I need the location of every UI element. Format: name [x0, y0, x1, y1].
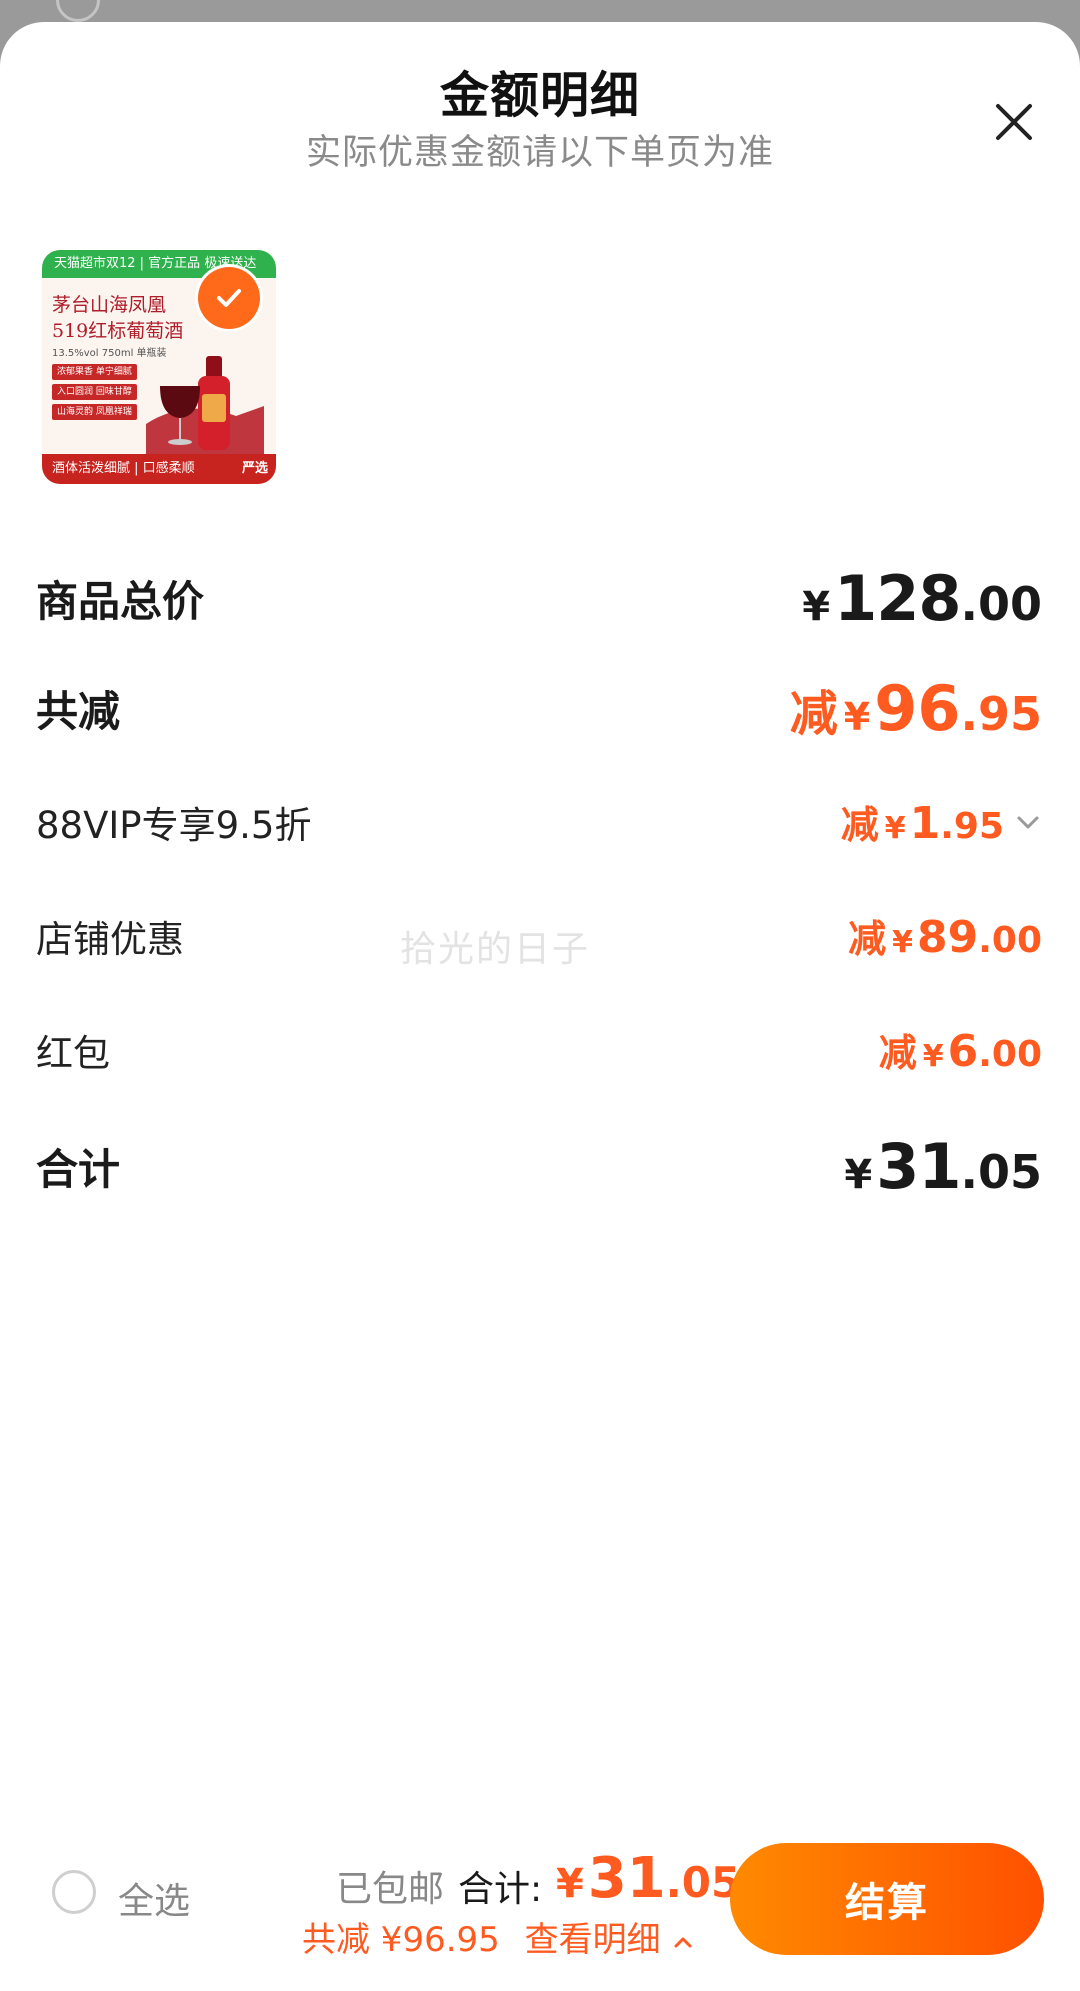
- red-packet-label: 红包: [36, 1031, 110, 1075]
- red-packet-value: 减 ¥ 6 .00: [879, 1022, 1042, 1077]
- 88vip-discount-value: 减 ¥ 1 .95: [841, 794, 1042, 849]
- currency-symbol: ¥: [556, 1861, 584, 1907]
- watermark-text: 拾光的日子: [400, 929, 591, 970]
- product-tag: 入口圆润 回味甘醇: [52, 384, 137, 400]
- close-icon[interactable]: [982, 90, 1046, 154]
- currency-symbol: ¥: [922, 1039, 944, 1074]
- currency-symbol: ¥: [802, 584, 831, 630]
- discount-prefix: 减: [878, 1031, 917, 1075]
- chevron-up-icon: [674, 1937, 692, 1947]
- select-all-radio[interactable]: [52, 1870, 96, 1914]
- price-decimal: .00: [978, 920, 1042, 961]
- currency-symbol: ¥: [843, 695, 871, 739]
- store-discount-value: 减 ¥ 89 .00: [848, 908, 1042, 963]
- background-radio: [56, 0, 100, 22]
- price-integer: 128: [834, 562, 961, 635]
- total-discount-label: 共减: [36, 687, 121, 736]
- sheet-subtitle: 实际优惠金额请以下单页为准: [305, 133, 774, 173]
- price-integer: 31: [876, 1130, 961, 1203]
- shipping-label: 已包邮: [336, 1869, 445, 1910]
- total-price-value: ¥ 128 .00: [802, 562, 1042, 635]
- price-decimal: .05: [960, 1145, 1043, 1199]
- wine-bottle-image: [146, 356, 264, 454]
- product-tag: 山海灵韵 凤凰祥瑞: [52, 404, 137, 420]
- bottom-total-amount: ¥ 31 .05: [556, 1846, 740, 1911]
- checkout-button[interactable]: 结算: [730, 1843, 1044, 1955]
- 88vip-discount-label: 88VIP专享9.5折: [36, 803, 312, 847]
- discount-prefix: 减: [848, 917, 887, 961]
- price-integer: 89: [916, 912, 979, 963]
- row-88vip-discount[interactable]: 88VIP专享9.5折 减 ¥ 1 .95: [36, 794, 1042, 849]
- row-total-discount: 共减 减 ¥ 96 .95: [36, 672, 1042, 745]
- subtotal-value: ¥ 31 .05: [844, 1130, 1042, 1203]
- row-subtotal: 合计 ¥ 31 .05: [36, 1130, 1042, 1203]
- product-footer-text: 酒体活泼细腻 | 口感柔顺: [52, 461, 195, 476]
- row-total-price: 商品总价 ¥ 128 .00: [36, 562, 1042, 635]
- currency-symbol: ¥: [884, 811, 906, 846]
- price-decimal: .95: [960, 687, 1043, 741]
- sheet-title: 金额明细: [439, 67, 640, 124]
- currency-symbol: ¥: [892, 925, 913, 960]
- price-integer: 6: [947, 1026, 979, 1077]
- price-integer: 31: [587, 1846, 666, 1911]
- currency-symbol: ¥: [844, 1152, 873, 1198]
- product-tag: 浓郁果香 单宁细腻: [52, 364, 137, 380]
- chevron-down-icon[interactable]: [1014, 808, 1042, 836]
- row-red-packet: 红包 减 ¥ 6 .00: [36, 1022, 1042, 1077]
- bottom-total-label: 合计:: [458, 1869, 543, 1910]
- product-name-line2: 519红标葡萄酒: [52, 320, 184, 342]
- product-name-line1: 茅台山海凤凰: [52, 294, 167, 316]
- store-discount-label: 店铺优惠: [36, 917, 184, 961]
- view-detail-link[interactable]: 查看明细: [525, 1920, 696, 1960]
- price-decimal: .00: [960, 577, 1043, 631]
- view-detail-label: 查看明细: [524, 1920, 661, 1960]
- product-footer: 酒体活泼细腻 | 口感柔顺 严选: [42, 454, 276, 484]
- product-footer-badge: 严选: [241, 461, 268, 476]
- price-decimal: .95: [940, 806, 1004, 847]
- discount-summary-text: 共减 ¥96.95: [302, 1920, 500, 1960]
- select-all-label[interactable]: 全选: [118, 1872, 190, 1924]
- discount-summary: 共减 ¥96.95 查看明细: [302, 1912, 695, 1961]
- discount-prefix: 减: [840, 803, 879, 847]
- price-integer: 1: [909, 798, 941, 849]
- discount-prefix: 减: [789, 686, 838, 742]
- product-selected-checkbox[interactable]: [198, 267, 260, 329]
- total-price-label: 商品总价: [36, 577, 205, 626]
- subtotal-label: 合计: [36, 1145, 121, 1194]
- total-discount-value: 减 ¥ 96 .95: [790, 672, 1042, 745]
- price-integer: 96: [874, 672, 961, 745]
- price-decimal: .00: [978, 1034, 1042, 1075]
- checkmark-icon: [217, 289, 241, 307]
